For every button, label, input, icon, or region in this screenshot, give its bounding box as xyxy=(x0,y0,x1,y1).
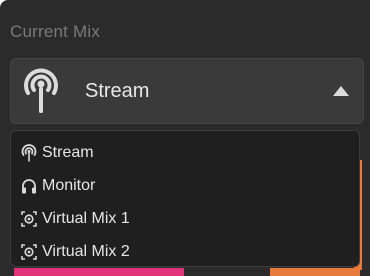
current-mix-select[interactable]: Stream xyxy=(10,58,364,124)
current-mix-panel: Current Mix Stream Stream Monitor Virtua… xyxy=(0,0,370,276)
mix-option-monitor[interactable]: Monitor xyxy=(11,169,359,202)
caret-up-icon[interactable] xyxy=(333,86,349,96)
headphones-icon xyxy=(19,176,39,196)
mix-option-stream[interactable]: Stream xyxy=(11,136,359,169)
mix-option-label: Virtual Mix 2 xyxy=(42,242,130,260)
broadcast-icon xyxy=(17,66,65,116)
virtual-mix-icon xyxy=(19,242,39,262)
virtual-mix-icon xyxy=(19,209,39,229)
mix-option-label: Virtual Mix 1 xyxy=(42,209,130,227)
mix-option-virtual-mix-2[interactable]: Virtual Mix 2 xyxy=(11,235,359,268)
mix-option-label: Stream xyxy=(42,143,94,161)
broadcast-icon xyxy=(19,143,39,163)
current-mix-value: Stream xyxy=(85,79,150,102)
mix-option-label: Monitor xyxy=(42,176,96,194)
mix-dropdown-list: Stream Monitor Virtual Mix 1 Virtual Mix… xyxy=(10,130,360,267)
background-orange-stripe xyxy=(270,268,360,276)
current-mix-label: Current Mix xyxy=(10,22,101,41)
background-pink-stripe xyxy=(14,268,184,276)
mix-option-virtual-mix-1[interactable]: Virtual Mix 1 xyxy=(11,202,359,235)
